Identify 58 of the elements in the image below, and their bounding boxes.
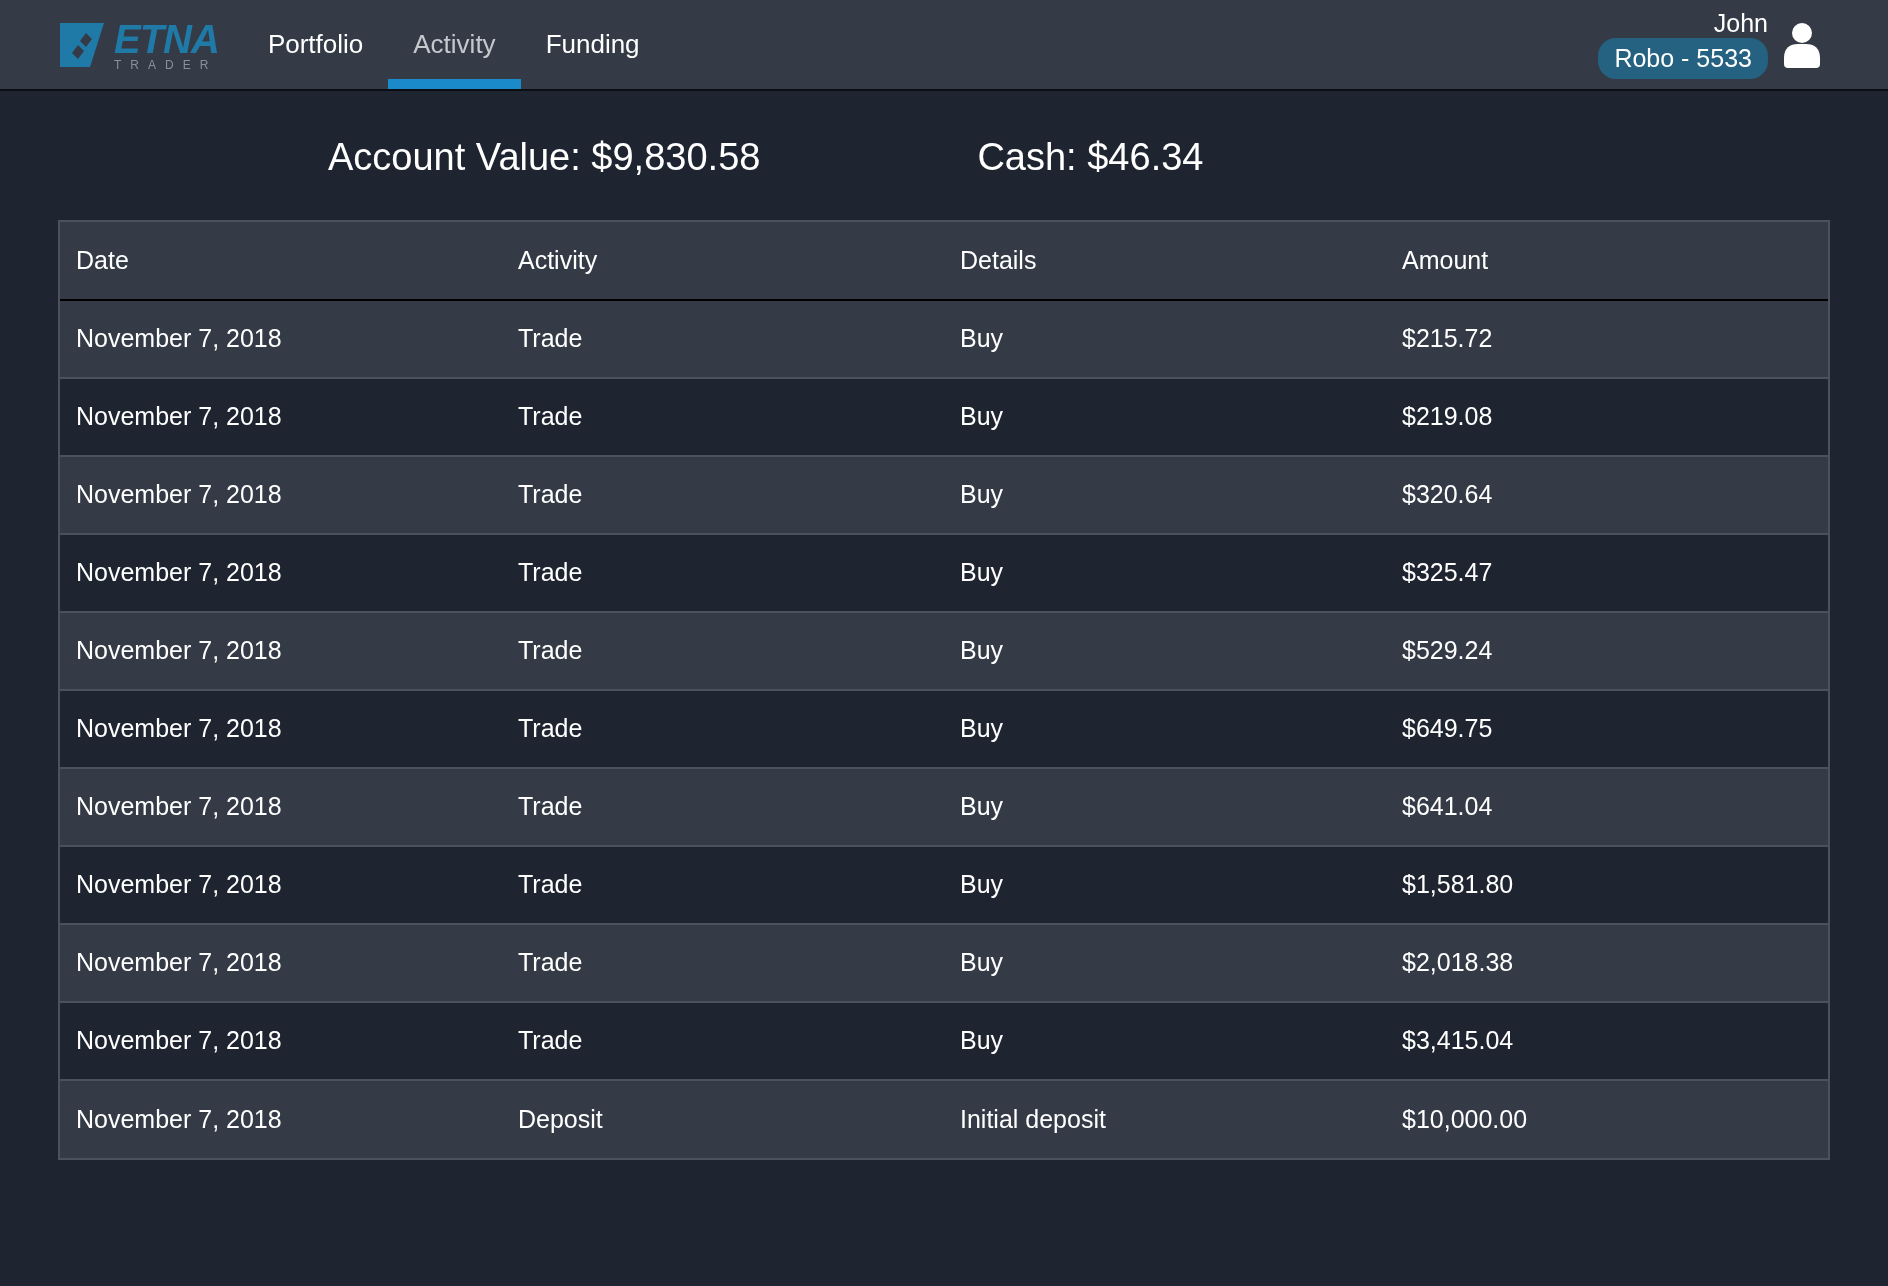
table-cell: Buy [944, 456, 1386, 534]
table-cell: Buy [944, 768, 1386, 846]
table-cell: November 7, 2018 [60, 612, 502, 690]
table-cell: $215.72 [1386, 300, 1828, 378]
table-cell: Initial deposit [944, 1080, 1386, 1158]
nav-tab[interactable]: Activity [388, 0, 521, 89]
table-cell: Trade [502, 1002, 944, 1080]
table-cell: Buy [944, 378, 1386, 456]
logo-tagline: TRADER [114, 58, 219, 71]
summary-value: Cash: $46.34 [977, 135, 1204, 180]
table-cell: November 7, 2018 [60, 300, 502, 378]
account-badge: Robo - 5533 [1598, 37, 1768, 79]
table-cell: $3,415.04 [1386, 1002, 1828, 1080]
summary-value: Account Value: $9,830.58 [328, 135, 761, 180]
table-cell: November 7, 2018 [60, 378, 502, 456]
table-cell: November 7, 2018 [60, 456, 502, 534]
table-cell: $641.04 [1386, 768, 1828, 846]
user-name: John [1713, 10, 1768, 38]
column-header: Amount [1386, 222, 1828, 300]
table-cell: $325.47 [1386, 534, 1828, 612]
table-cell: Deposit [502, 1080, 944, 1158]
table-cell: Buy [944, 612, 1386, 690]
column-header: Date [60, 222, 502, 300]
table-cell: $219.08 [1386, 378, 1828, 456]
nav-tab[interactable]: Portfolio [242, 0, 389, 89]
table-cell: November 7, 2018 [60, 534, 502, 612]
table-cell: Buy [944, 1002, 1386, 1080]
table-cell: $649.75 [1386, 690, 1828, 768]
nav-tab[interactable]: Funding [520, 0, 665, 89]
logo-text: ETNA [114, 18, 219, 59]
table-cell: Trade [502, 534, 944, 612]
column-header: Details [944, 222, 1386, 300]
table-cell: November 7, 2018 [60, 768, 502, 846]
table-cell: $1,581.80 [1386, 846, 1828, 924]
table-cell: Trade [502, 768, 944, 846]
table-cell: Trade [502, 378, 944, 456]
table-cell: November 7, 2018 [60, 1080, 502, 1158]
table-cell: Trade [502, 846, 944, 924]
table-cell: Trade [502, 924, 944, 1002]
table-cell: Buy [944, 924, 1386, 1002]
table-cell: $320.64 [1386, 456, 1828, 534]
table-cell: Trade [502, 456, 944, 534]
table-cell: November 7, 2018 [60, 924, 502, 1002]
column-header: Activity [502, 222, 944, 300]
table-cell: $10,000.00 [1386, 1080, 1828, 1158]
table-cell: Buy [944, 534, 1386, 612]
table-cell: $2,018.38 [1386, 924, 1828, 1002]
table-cell: Buy [944, 846, 1386, 924]
table-cell: Buy [944, 690, 1386, 768]
table-cell: Buy [944, 300, 1386, 378]
table-cell: November 7, 2018 [60, 690, 502, 768]
user-icon[interactable] [1784, 21, 1820, 68]
table-cell: Trade [502, 300, 944, 378]
table-cell: Trade [502, 612, 944, 690]
table-cell: $529.24 [1386, 612, 1828, 690]
table-cell: November 7, 2018 [60, 846, 502, 924]
table-cell: November 7, 2018 [60, 1002, 502, 1080]
table-cell: Trade [502, 690, 944, 768]
